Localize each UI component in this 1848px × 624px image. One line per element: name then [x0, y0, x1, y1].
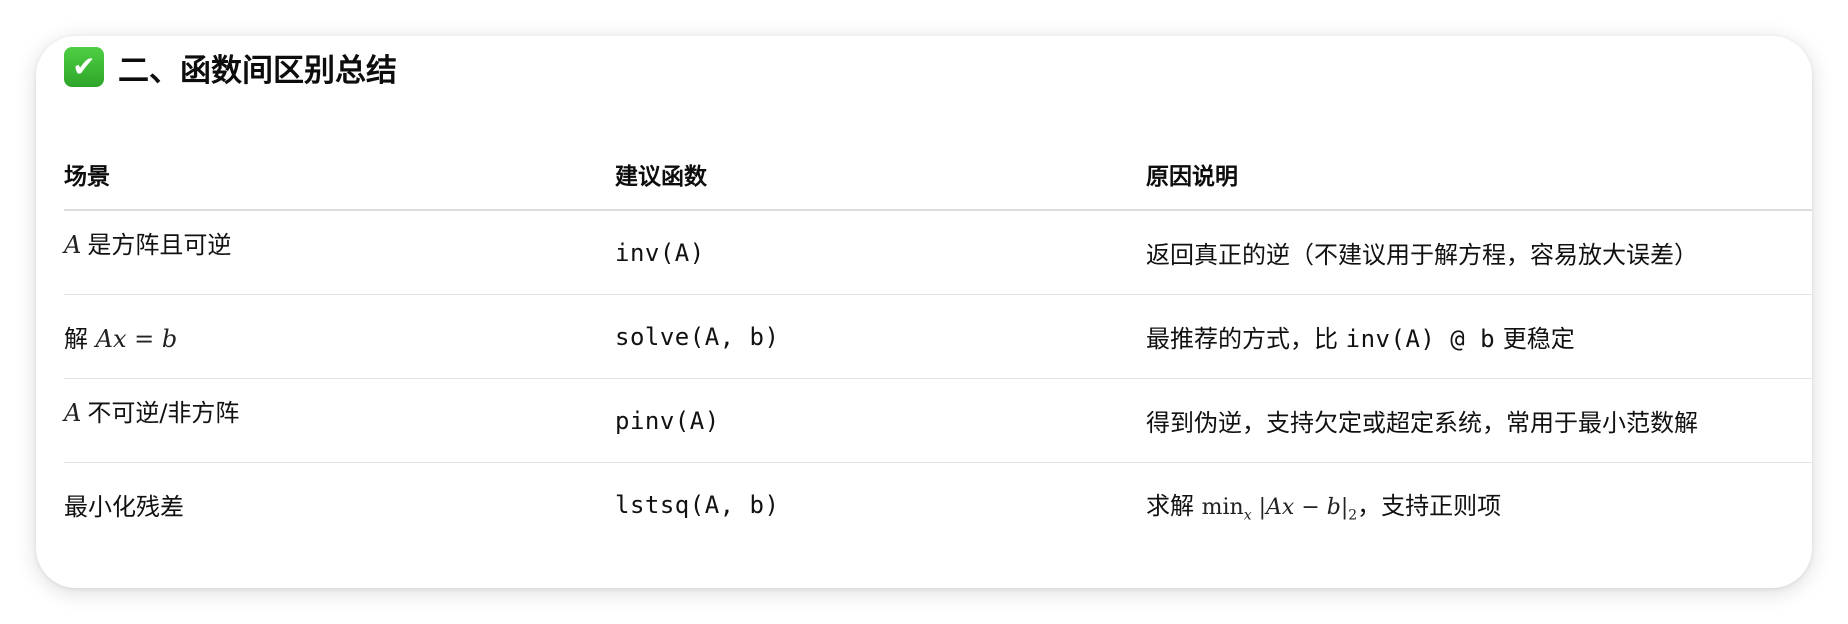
table-header-row: 场景 建议函数 原因说明 — [64, 139, 1812, 211]
scene-text: 是方阵且可逆 — [87, 231, 232, 259]
header-reason: 原因说明 — [1146, 139, 1812, 211]
reason-text: 返回真正的逆（不建议用于解方程，容易放大误差） — [1146, 241, 1698, 269]
reason-formula: minx |Ax − b|2 — [1201, 494, 1358, 524]
function-comparison-table: 场景 建议函数 原因说明 A 是方阵且可逆 inv(A) 返回真正的逆（不建议用于… — [64, 139, 1812, 546]
reason-text-pre: 最推荐的方式，比 — [1146, 325, 1338, 353]
function-code: lstsq(A, b) — [615, 490, 780, 519]
scene-text: 不可逆/非方阵 — [87, 399, 240, 427]
scene-math: A — [64, 231, 82, 259]
reason-cell: 返回真正的逆（不建议用于解方程，容易放大误差） — [1146, 210, 1812, 295]
reason-code: inv(A) @ b — [1345, 325, 1496, 353]
scene-text: 最小化残差 — [64, 493, 184, 521]
table-row: A 是方阵且可逆 inv(A) 返回真正的逆（不建议用于解方程，容易放大误差） — [64, 210, 1812, 295]
scene-text: 解 — [64, 325, 88, 353]
reason-text-pre: 求解 — [1146, 491, 1194, 520]
function-code: solve(A, b) — [615, 322, 780, 351]
table-row: 解 Ax = b solve(A, b) 最推荐的方式，比 inv(A) @ b… — [64, 294, 1812, 379]
table-row: A 不可逆/非方阵 pinv(A) 得到伪逆，支持欠定或超定系统，常用于最小范数解 — [64, 378, 1812, 463]
function-cell: inv(A) — [615, 210, 1146, 295]
function-code: pinv(A) — [615, 406, 720, 435]
header-function: 建议函数 — [615, 139, 1146, 211]
reason-cell: 求解 minx |Ax − b|2，支持正则项 — [1146, 463, 1812, 547]
reason-cell: 得到伪逆，支持欠定或超定系统，常用于最小范数解 — [1146, 378, 1812, 463]
reason-text: 得到伪逆，支持欠定或超定系统，常用于最小范数解 — [1146, 409, 1698, 437]
table-row: 最小化残差 lstsq(A, b) 求解 minx |Ax − b|2，支持正则… — [64, 463, 1812, 547]
scene-math: A — [64, 399, 82, 427]
scene-cell: A 不可逆/非方阵 — [64, 378, 615, 463]
check-mark-button-icon: ✔ — [64, 47, 104, 87]
scene-cell: 解 Ax = b — [64, 294, 615, 379]
section-heading: ✔ 二、函数间区别总结 — [64, 44, 397, 90]
function-cell: pinv(A) — [615, 378, 1146, 463]
reason-text-post: ，支持正则项 — [1357, 491, 1502, 520]
header-scene: 场景 — [64, 139, 615, 211]
reason-text-post: 更稳定 — [1502, 325, 1575, 353]
function-code: inv(A) — [615, 238, 705, 267]
scene-math: Ax = b — [95, 325, 178, 353]
section-title: 二、函数间区别总结 — [118, 52, 397, 89]
reason-cell: 最推荐的方式，比 inv(A) @ b 更稳定 — [1146, 294, 1812, 379]
scene-cell: A 是方阵且可逆 — [64, 210, 615, 295]
content-card: ✔ 二、函数间区别总结 场景 建议函数 原因说明 A是方阵且可逆 inv(A) — [36, 36, 1812, 588]
function-cell: solve(A, b) — [615, 294, 1146, 379]
scene-cell: 最小化残差 — [64, 463, 615, 547]
function-cell: lstsq(A, b) — [615, 463, 1146, 547]
